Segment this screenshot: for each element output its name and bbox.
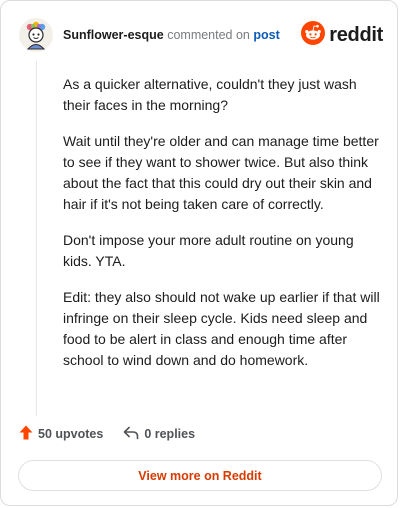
user-avatar[interactable]: [19, 18, 53, 52]
reply-arrow-icon: [123, 426, 139, 443]
reply-count: 0 replies: [144, 427, 196, 441]
comment-body: As a quicker alternative, couldn't they …: [63, 74, 383, 386]
comment-paragraph: Don't impose your more adult routine on …: [63, 232, 354, 269]
comment-paragraph: Edit: they also should not wake up earli…: [63, 289, 380, 368]
post-link[interactable]: post: [253, 28, 279, 42]
reddit-wordmark: reddit: [329, 23, 383, 46]
comment-actions: 50 upvotes 0 replies: [19, 425, 215, 443]
reddit-logo-icon: [301, 20, 326, 50]
comment-paragraph: As a quicker alternative, couldn't they …: [63, 76, 357, 113]
upvote-button[interactable]: 50 upvotes: [19, 425, 103, 443]
view-more-on-reddit-button[interactable]: View more on Reddit: [18, 460, 382, 491]
comment-paragraph: Wait until they're older and can manage …: [63, 133, 379, 212]
embedded-comment-card: Sunflower-esque commented on post reddit: [0, 0, 398, 506]
comment-header: Sunflower-esque commented on post reddit: [19, 15, 383, 55]
upvote-count: 50 upvotes: [38, 427, 104, 441]
commented-on-label: commented on: [167, 28, 250, 42]
comment-meta: Sunflower-esque commented on post: [63, 28, 280, 42]
reply-button[interactable]: 0 replies: [123, 426, 195, 443]
upvote-arrow-icon: [19, 425, 33, 443]
username-link[interactable]: Sunflower-esque: [63, 28, 164, 42]
thread-line: [36, 61, 37, 416]
reddit-brand[interactable]: reddit: [301, 20, 383, 50]
